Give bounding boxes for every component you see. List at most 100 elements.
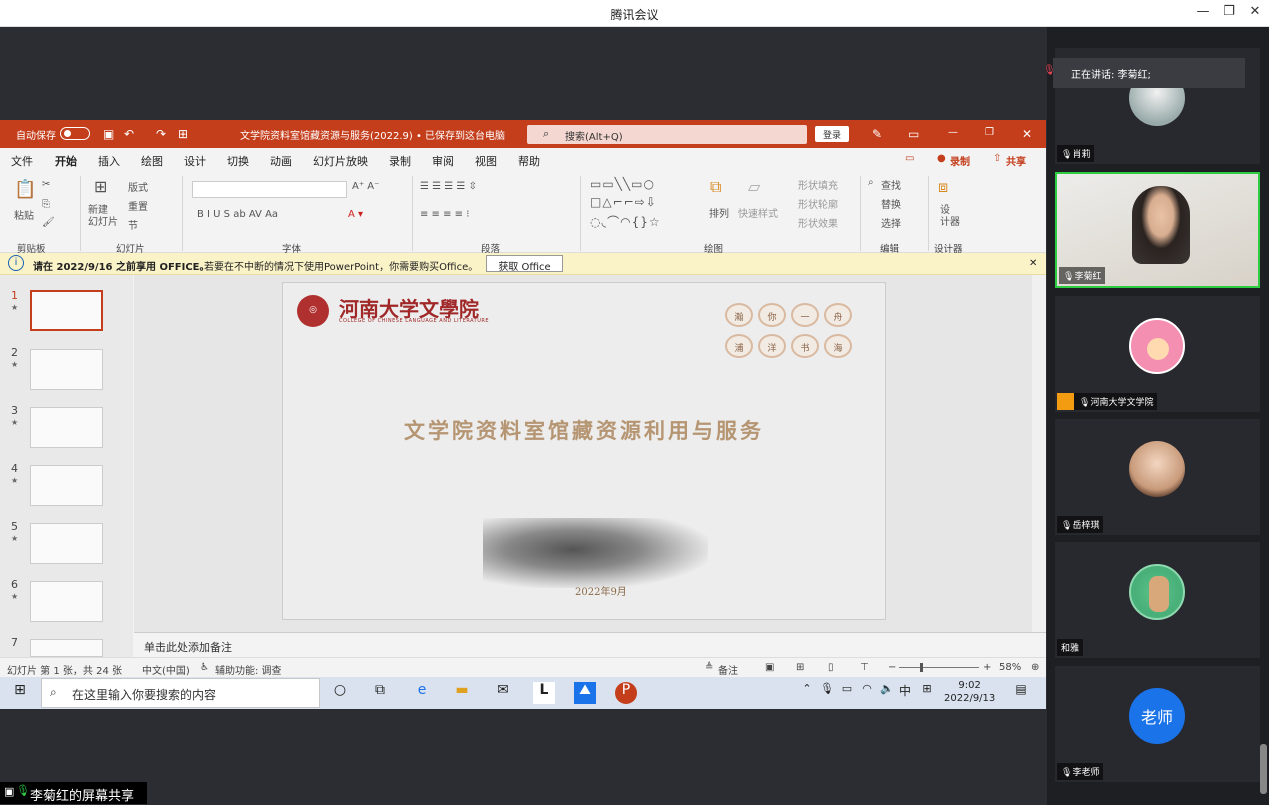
shapes-gallery[interactable]: ▭▭╲╲▭○ <box>590 177 655 191</box>
task-view-icon[interactable]: ⧉ <box>369 682 391 704</box>
ime-indicator[interactable]: 中 <box>894 682 916 704</box>
shape-outline-button[interactable]: 形状轮廓 <box>798 196 838 211</box>
participant-tile[interactable]: 🎙河南大学文学院 <box>1055 296 1260 412</box>
slideshow-icon[interactable]: ⊞ <box>178 127 188 141</box>
slideshow-view-icon[interactable]: ⊤ <box>860 662 869 673</box>
zoom-slider[interactable] <box>899 667 979 668</box>
bullets-icon[interactable]: ☰ ☰ ☰ ☰ ⇳ <box>420 181 477 192</box>
app-l-icon[interactable]: L <box>533 682 555 704</box>
microphone-icon[interactable]: 🎙 <box>816 682 838 704</box>
participant-tile[interactable]: 🎙岳梓琪 <box>1055 419 1260 535</box>
slide-thumbnail-7[interactable] <box>30 639 103 657</box>
replace-button[interactable]: 替换 <box>881 196 901 211</box>
minimize-button[interactable]: — <box>1193 4 1213 22</box>
new-slide-icon[interactable]: ⊞ <box>94 177 107 196</box>
paste-button[interactable]: 粘贴 <box>14 207 34 222</box>
notes-button[interactable]: 备注 <box>718 662 738 677</box>
slide-thumbnail-2[interactable] <box>30 349 103 390</box>
participant-tile[interactable]: 老师 🎙李老师 <box>1055 666 1260 782</box>
thumbnails-scrollbar[interactable] <box>119 277 130 655</box>
mail-icon[interactable]: ✉ <box>492 682 514 704</box>
battery-icon[interactable]: ▭ <box>836 682 858 704</box>
cortana-icon[interactable]: ○ <box>329 682 351 704</box>
zoom-out-icon[interactable]: − <box>888 662 896 673</box>
tray-expand-icon[interactable]: ⌃ <box>796 682 818 704</box>
arrange-button[interactable]: 排列 <box>709 205 729 220</box>
copy-icon[interactable]: ⎘ <box>42 199 50 210</box>
tab-help[interactable]: 帮助 <box>518 153 540 169</box>
save-icon[interactable]: ▣ <box>103 127 114 141</box>
ppt-filename[interactable]: 文学院资料室馆藏资源与服务(2022.9) • 已保存到这台电脑 <box>240 127 505 142</box>
arrange-icon[interactable]: ⧉ <box>710 177 721 197</box>
reading-view-icon[interactable]: ▯ <box>828 662 834 673</box>
font-size-increase-icon[interactable]: A⁺ A⁻ <box>352 181 379 192</box>
record-button[interactable]: 录制 <box>950 153 970 168</box>
ppt-close-button[interactable]: ✕ <box>1022 127 1032 141</box>
align-icons[interactable]: ≡ ≡ ≡ ≡ ⁝ <box>420 209 469 220</box>
participant-tile[interactable]: 和雅 <box>1055 542 1260 658</box>
tab-draw[interactable]: 绘图 <box>141 153 163 169</box>
format-painter-icon[interactable]: 🖌 <box>42 217 55 228</box>
language-status[interactable]: 中文(中国) <box>142 662 190 677</box>
tab-home[interactable]: 开始 <box>55 153 77 173</box>
shape-fill-button[interactable]: 形状填充 <box>798 177 838 192</box>
redo-icon[interactable]: ↷ <box>156 127 166 141</box>
tab-view[interactable]: 视图 <box>475 153 497 169</box>
notification-icon[interactable]: ▤ <box>1010 682 1032 704</box>
comments-icon[interactable]: ▭ <box>905 153 914 164</box>
undo-icon[interactable]: ↶ <box>124 127 134 141</box>
file-explorer-icon[interactable]: ▬ <box>451 682 473 704</box>
quick-styles-button[interactable]: 快速样式 <box>738 205 778 220</box>
font-format-buttons[interactable]: B I U S ab AV Aa <box>197 209 278 220</box>
tab-insert[interactable]: 插入 <box>98 153 120 169</box>
windows-start-icon[interactable]: ⊞ <box>9 682 31 704</box>
tab-design[interactable]: 设计 <box>184 153 206 169</box>
edge-browser-icon[interactable]: e <box>411 682 433 704</box>
reset-button[interactable]: 重置 <box>128 198 148 213</box>
normal-view-icon[interactable]: ▣ <box>765 662 774 673</box>
ppt-minimize-button[interactable]: — <box>948 127 958 138</box>
slide-thumbnail-5[interactable] <box>30 523 103 564</box>
new-slide-button[interactable]: 新建 幻灯片 <box>88 205 118 229</box>
ppt-restore-button[interactable]: ❐ <box>985 127 994 138</box>
current-slide[interactable]: ◎ 河南大学文學院 COLLEGE OF CHINESE LANGUAGE AN… <box>282 282 886 620</box>
zoom-in-icon[interactable]: + <box>983 662 991 673</box>
slide-thumbnail-6[interactable] <box>30 581 103 622</box>
display-options-icon[interactable]: ▭ <box>908 127 919 141</box>
slide-sorter-icon[interactable]: ⊞ <box>796 662 804 673</box>
layout-button[interactable]: 版式 <box>128 179 148 194</box>
paste-icon[interactable]: 📋 <box>14 179 36 200</box>
powerpoint-icon[interactable]: P <box>615 682 637 704</box>
shape-effects-button[interactable]: 形状效果 <box>798 215 838 230</box>
section-button[interactable]: 节 <box>128 217 138 232</box>
slide-scrollbar[interactable] <box>1032 275 1046 632</box>
participants-scrollbar[interactable] <box>1260 744 1267 794</box>
cut-icon[interactable]: ✂ <box>42 179 50 190</box>
select-button[interactable]: 选择 <box>881 215 901 230</box>
tab-review[interactable]: 审阅 <box>432 153 454 169</box>
quick-styles-icon[interactable]: ▱ <box>748 177 760 196</box>
ppt-search-box[interactable]: ⌕ 搜索(Alt+Q) <box>527 125 807 144</box>
tab-file[interactable]: 文件 <box>11 153 33 169</box>
tab-record[interactable]: 录制 <box>389 153 411 169</box>
wifi-icon[interactable]: ◠ <box>856 682 878 704</box>
zoom-level[interactable]: 58% <box>999 662 1021 673</box>
taskbar-clock[interactable]: 9:02 2022/9/13 <box>944 679 995 705</box>
designer-button[interactable]: 设 计器 <box>940 205 960 229</box>
slide-thumbnail-1[interactable] <box>30 290 103 331</box>
share-button[interactable]: 共享 <box>1006 153 1026 168</box>
find-button[interactable]: 查找 <box>881 177 901 192</box>
slide-thumbnail-3[interactable] <box>30 407 103 448</box>
restore-button[interactable]: ❐ <box>1219 4 1239 22</box>
taskbar-search-box[interactable]: ⌕ 在这里输入你要搜索的内容 <box>41 678 320 708</box>
tab-transitions[interactable]: 切换 <box>227 153 249 169</box>
ime-mode-icon[interactable]: ⊞ <box>916 682 938 704</box>
tab-animations[interactable]: 动画 <box>270 153 292 169</box>
zoom-slider-thumb[interactable] <box>920 663 923 672</box>
info-close-icon[interactable]: ✕ <box>1029 258 1037 269</box>
close-button[interactable]: ✕ <box>1245 4 1265 22</box>
login-button[interactable]: 登录 <box>815 126 849 142</box>
fit-slide-icon[interactable]: ⊕ <box>1031 662 1039 673</box>
slide-thumbnail-4[interactable] <box>30 465 103 506</box>
participant-tile-active[interactable]: 🎙李菊红 <box>1055 172 1260 288</box>
